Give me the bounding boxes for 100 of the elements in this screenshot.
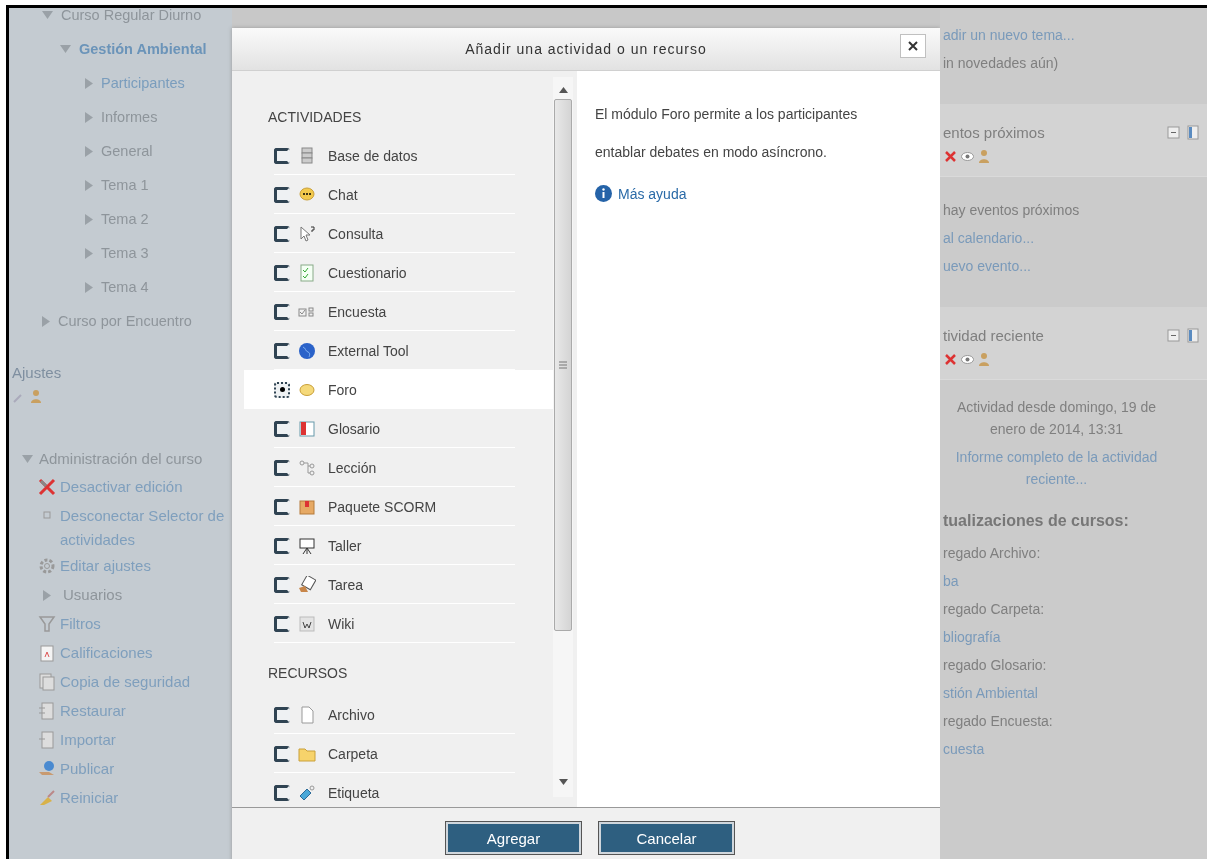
radio-button[interactable] bbox=[274, 420, 290, 437]
chat-bubble-icon bbox=[298, 185, 316, 204]
scroll-thumb[interactable] bbox=[554, 99, 572, 631]
block-title: entos próximos bbox=[943, 124, 1045, 141]
radio-button[interactable] bbox=[274, 264, 290, 281]
collapse-icon[interactable] bbox=[1167, 125, 1182, 140]
caret-down-icon[interactable] bbox=[60, 45, 71, 53]
scroll-up-icon[interactable] bbox=[558, 87, 568, 93]
caret-right-icon[interactable] bbox=[85, 111, 93, 123]
module-description: El módulo Foro permite a los participantes entablar debates en modo asíncrono. bbox=[595, 105, 859, 162]
eye-icon[interactable] bbox=[960, 352, 975, 367]
caret-right-icon[interactable] bbox=[85, 145, 93, 157]
delete-icon[interactable] bbox=[943, 352, 958, 367]
radio-button[interactable] bbox=[274, 498, 290, 515]
stacked-pages-icon bbox=[38, 702, 56, 720]
scrollbar[interactable] bbox=[553, 77, 573, 797]
nav-item[interactable]: Gestión Ambiental bbox=[79, 41, 207, 57]
admin-link[interactable]: Restaurar bbox=[60, 697, 126, 723]
caret-down-icon[interactable] bbox=[42, 11, 53, 19]
dialog-title: Añadir una actividad o un recurso bbox=[465, 41, 707, 57]
caret-right-icon[interactable] bbox=[85, 213, 93, 225]
funnel-icon bbox=[38, 615, 56, 633]
globe-icon bbox=[298, 341, 316, 360]
caret-right-icon[interactable] bbox=[85, 281, 93, 293]
caret-right-icon[interactable] bbox=[42, 315, 50, 327]
admin-link[interactable]: Publicar bbox=[60, 755, 115, 781]
radio-button[interactable] bbox=[274, 706, 290, 723]
gear-icon bbox=[38, 557, 56, 575]
link-text[interactable]: cuesta bbox=[940, 738, 1207, 760]
tile-icon bbox=[298, 614, 316, 633]
radio-button[interactable] bbox=[274, 186, 290, 203]
document-hand-icon bbox=[298, 575, 316, 594]
admin-link[interactable]: Importar bbox=[60, 726, 116, 752]
info-text: regado Archivo: bbox=[942, 544, 1042, 563]
info-text: regado Glosario: bbox=[942, 656, 1048, 675]
caret-right-icon[interactable] bbox=[43, 590, 51, 601]
radio-button[interactable] bbox=[274, 342, 290, 359]
easel-icon bbox=[298, 536, 316, 555]
radio-button[interactable] bbox=[274, 303, 290, 320]
radio-button[interactable] bbox=[274, 745, 290, 762]
radio-button[interactable] bbox=[274, 576, 290, 593]
hand-globe-icon bbox=[38, 760, 56, 778]
flowchart-icon bbox=[298, 458, 316, 477]
collapse-icon[interactable] bbox=[1167, 328, 1182, 343]
admin-link[interactable]: Calificaciones bbox=[60, 639, 153, 665]
nav-item[interactable]: Participantes bbox=[101, 75, 185, 91]
eye-icon[interactable] bbox=[960, 149, 975, 164]
book-icon bbox=[298, 419, 316, 438]
radio-button[interactable] bbox=[274, 537, 290, 554]
info-text: hay eventos próximos bbox=[942, 201, 1081, 220]
caret-right-icon[interactable] bbox=[85, 247, 93, 259]
link-text[interactable]: stión Ambiental bbox=[940, 682, 1207, 704]
grade-document-icon bbox=[38, 644, 56, 662]
admin-link[interactable]: Desconectar Selector de actividades bbox=[60, 502, 232, 552]
link-text[interactable]: ba bbox=[940, 570, 1207, 592]
admin-link[interactable]: Editar ajustes bbox=[60, 552, 151, 578]
radio-button[interactable] bbox=[274, 459, 290, 476]
scroll-down-icon[interactable] bbox=[558, 779, 568, 785]
broom-icon bbox=[38, 789, 56, 807]
dock-icon[interactable] bbox=[1186, 328, 1201, 343]
help-link[interactable]: Más ayuda bbox=[618, 185, 687, 202]
caret-down-icon[interactable] bbox=[22, 454, 33, 463]
link-text[interactable]: bliografía bbox=[940, 626, 1207, 648]
caret-right-icon[interactable] bbox=[85, 179, 93, 191]
link-text[interactable]: adir un nuevo tema... bbox=[940, 24, 1207, 46]
radio-button[interactable] bbox=[274, 225, 290, 242]
info-text: regado Encuesta: bbox=[942, 712, 1054, 731]
link-text[interactable]: uevo evento... bbox=[940, 255, 1207, 277]
delete-icon[interactable] bbox=[943, 149, 958, 164]
tag-icon bbox=[298, 783, 316, 802]
link-text[interactable]: al calendario... bbox=[940, 227, 1207, 249]
radio-button[interactable] bbox=[274, 784, 290, 801]
admin-link[interactable]: Reiniciar bbox=[60, 784, 119, 810]
radio-button[interactable] bbox=[274, 147, 290, 164]
link-text[interactable]: Informe completo de la actividad reciente... bbox=[940, 446, 1207, 490]
activity-option[interactable]: Foro bbox=[244, 370, 553, 409]
package-icon bbox=[298, 497, 316, 516]
cursor-question-icon bbox=[298, 224, 316, 243]
database-icon bbox=[298, 146, 316, 165]
tools-cross-icon bbox=[38, 478, 56, 496]
section-heading: ACTIVIDADES bbox=[267, 108, 363, 127]
dock-icon[interactable] bbox=[1186, 125, 1201, 140]
radio-button[interactable] bbox=[274, 615, 290, 632]
checklist-icon bbox=[298, 263, 316, 282]
admin-link[interactable]: Copia de seguridad bbox=[60, 668, 191, 694]
admin-link[interactable]: Filtros bbox=[60, 610, 101, 636]
caret-right-icon[interactable] bbox=[85, 77, 93, 89]
section-heading: tualizaciones de cursos: bbox=[942, 511, 1130, 531]
info-text: Actividad desde domingo, 19 de enero de 2014, 13:31 bbox=[955, 398, 1158, 439]
info-icon bbox=[595, 185, 612, 202]
stacked-pages-icon bbox=[38, 731, 56, 749]
dialog-button[interactable]: Cancelar bbox=[599, 822, 734, 854]
stacked-pages-icon bbox=[38, 673, 56, 691]
info-text: regado Carpeta: bbox=[942, 600, 1046, 619]
dialog-button[interactable]: Agregar bbox=[446, 822, 581, 854]
close-button[interactable] bbox=[900, 34, 926, 58]
admin-link[interactable]: Desactivar edición bbox=[60, 473, 183, 499]
block-title: tividad reciente bbox=[943, 327, 1044, 344]
radio-button[interactable] bbox=[274, 381, 290, 398]
document-icon bbox=[298, 705, 316, 724]
